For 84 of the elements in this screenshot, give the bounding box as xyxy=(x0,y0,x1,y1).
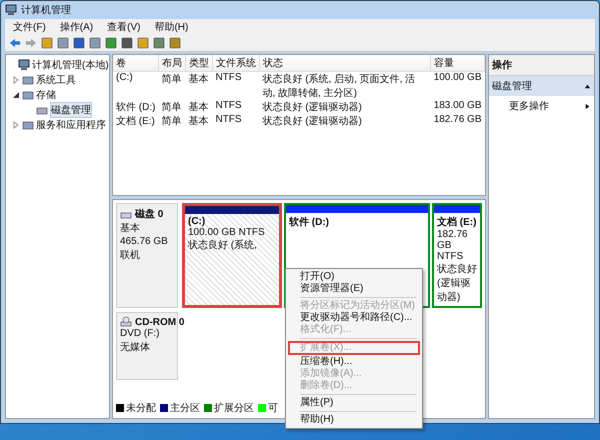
table-cell-text: 简单 xyxy=(160,114,182,128)
partition-info: 状态良好 (系统, xyxy=(188,238,258,252)
toolbar-tile-icon[interactable] xyxy=(153,37,165,49)
cd-drive-icon xyxy=(120,316,132,328)
menu-item[interactable]: 查看(V) xyxy=(105,20,142,34)
column-header[interactable]: 容量 xyxy=(430,55,484,72)
folder-icon xyxy=(22,118,34,130)
actions-title: 操作 xyxy=(489,55,594,76)
menu-item[interactable]: 压缩卷(H)... xyxy=(288,356,420,368)
table-cell-text: NTFS xyxy=(214,114,243,127)
submenu-arrow-icon xyxy=(584,102,591,110)
disk-name: 磁盘 0 xyxy=(135,208,164,221)
tree-item[interactable]: 存储 xyxy=(36,88,56,102)
tree-item[interactable]: 计算机管理(本地) xyxy=(32,58,109,72)
disk-info: 465.76 GB xyxy=(120,236,169,247)
menu-item[interactable]: 帮助(H) xyxy=(152,20,190,34)
tree-item[interactable]: 磁盘管理 xyxy=(50,102,92,118)
window-title: 计算机管理 xyxy=(21,4,71,17)
column-header[interactable]: 状态 xyxy=(259,55,431,72)
tree-item[interactable]: 服务和应用程序 xyxy=(36,118,106,132)
toolbar-tile-icon[interactable] xyxy=(73,37,85,49)
table-cell-text: 软件 (D:) xyxy=(115,101,156,114)
partition-info: 100.00 GB NTFS xyxy=(188,227,266,238)
table-cell-text: 182.76 GB xyxy=(432,114,482,127)
disk-info: 基本 xyxy=(120,222,141,235)
table-cell: 基本 xyxy=(185,72,212,100)
folder-icon xyxy=(22,88,34,100)
partition-label: 文档 (E:) xyxy=(437,216,477,229)
toolbar-tile-icon[interactable] xyxy=(121,37,133,49)
table-cell-text: 简单 xyxy=(160,100,182,114)
partition-info: 182.76 GB NTFS xyxy=(437,229,469,262)
expand-triangle-icon[interactable] xyxy=(12,120,20,128)
action-link[interactable]: 更多操作 xyxy=(509,99,549,113)
folder-icon xyxy=(22,74,34,86)
toolbar-tile-icon[interactable] xyxy=(41,37,53,49)
menu-item[interactable]: 属性(P) xyxy=(288,397,420,409)
disk-info: DVD (F:) xyxy=(120,328,160,339)
menu-item[interactable]: 操作(A) xyxy=(58,20,96,34)
menu-item[interactable]: 资源管理器(E) xyxy=(288,283,420,295)
menu-item[interactable]: 打开(O) xyxy=(288,271,420,283)
table-cell: 简单 xyxy=(158,72,186,100)
partition[interactable]: (C:) 100.00 GB NTFS 状态良好 (系统, xyxy=(182,203,282,308)
actions-section[interactable]: 磁盘管理 xyxy=(489,76,594,96)
column-header[interactable]: 类型 xyxy=(185,55,212,72)
menu-item[interactable]: 更改驱动器号和路径(C)... xyxy=(288,312,420,324)
back-arrow-icon[interactable] xyxy=(9,37,21,49)
table-cell-text: 状态良好 (逻辑驱动器) xyxy=(261,114,363,128)
table-cell-text: NTFS xyxy=(214,100,243,113)
legend-label: 可 xyxy=(268,402,278,415)
column-header[interactable]: 文件系统 xyxy=(212,55,260,72)
menu-item[interactable]: 帮助(H) xyxy=(288,414,420,426)
table-cell: (C:) xyxy=(113,72,158,100)
collapse-triangle-icon[interactable] xyxy=(12,90,20,98)
disk-info: 联机 xyxy=(120,248,141,262)
toolbar-tile-icon[interactable] xyxy=(57,37,69,49)
partition-info: 状态良好 (逻辑驱动器) xyxy=(437,262,477,304)
table-cell-text: 基本 xyxy=(187,114,210,128)
legend-label: 主分区 xyxy=(170,402,200,415)
table-cell-text: 文档 (E:) xyxy=(115,114,156,128)
menu-item[interactable]: 文件(F) xyxy=(11,20,48,34)
table-cell: 100.00 GB xyxy=(430,72,484,100)
table-cell-text: 基本 xyxy=(187,100,210,114)
computer-icon xyxy=(5,4,17,16)
expand-triangle-icon[interactable] xyxy=(12,76,20,84)
partition[interactable]: 文档 (E:) 182.76 GB NTFS 状态良好 (逻辑驱动器) xyxy=(432,203,482,308)
disk-name: CD-ROM 0 xyxy=(135,316,184,328)
computer-icon xyxy=(18,58,30,70)
table-cell: 状态良好 (系统, 启动, 页面文件, 活动, 故障转储, 主分区) xyxy=(259,72,431,100)
toolbar-tile-icon[interactable] xyxy=(169,37,181,49)
tree-item[interactable]: 系统工具 xyxy=(36,72,76,86)
toolbar-tile-icon[interactable] xyxy=(105,37,117,49)
column-header[interactable]: 卷 xyxy=(113,55,158,72)
legend-label: 未分配 xyxy=(126,402,156,415)
legend-label: 扩展分区 xyxy=(214,402,254,415)
toolbar-tile-icon[interactable] xyxy=(89,37,101,49)
collapse-caret-icon[interactable] xyxy=(584,82,591,90)
table-cell: NTFS xyxy=(212,72,260,100)
table-cell-text: 状态良好 (逻辑驱动器) xyxy=(261,100,363,114)
column-header[interactable]: 布局 xyxy=(158,55,186,72)
toolbar-tile-icon[interactable] xyxy=(137,37,149,49)
partition-label: (C:) xyxy=(188,216,206,227)
table-cell-text: 183.00 GB xyxy=(432,100,482,113)
partition-label: 软件 (D:) xyxy=(289,216,330,229)
disk-info: 无媒体 xyxy=(120,341,151,354)
